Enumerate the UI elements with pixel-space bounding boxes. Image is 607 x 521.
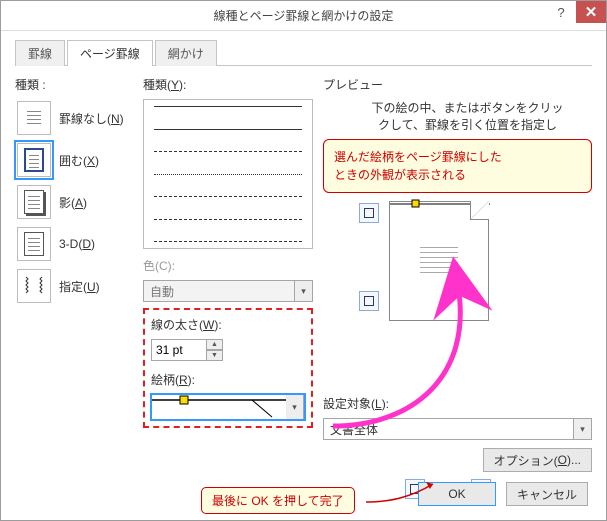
color-label: 色(C): [143, 257, 313, 274]
width-input[interactable] [151, 339, 207, 361]
custom-icon [17, 269, 51, 303]
apply-to-dropdown-btn[interactable]: ▾ [574, 418, 592, 440]
ok-button[interactable]: OK [418, 482, 496, 506]
color-dropdown: 自動 ▾ [143, 280, 313, 302]
width-spinner[interactable]: ▲▼ [151, 339, 231, 361]
shadow-icon [17, 185, 51, 219]
annotation-callout-bottom: 最後に OK を押して完了 [201, 487, 355, 514]
apply-to-dropdown[interactable]: 文書全体 ▾ [323, 418, 592, 440]
col-preview: プレビュー 下の絵の中、またはボタンをクリックして、罫線を引く位置を指定し 選ん… [323, 76, 592, 472]
titlebar: 線種とページ罫線と網かけの設定 ? ✕ [1, 1, 606, 31]
preview-area [323, 201, 592, 331]
setting-list: 罫線なし(N) 囲む(X) 影(A) 3-D(D) [15, 99, 133, 305]
options-button[interactable]: オプション(O)... [483, 448, 592, 472]
color-dropdown-btn: ▾ [295, 280, 313, 302]
preview-label: プレビュー [323, 76, 592, 93]
tab-page-border[interactable]: ページ罫線 [67, 40, 153, 66]
color-value: 自動 [143, 280, 295, 302]
apply-to-value: 文書全体 [323, 418, 574, 440]
tab-shading[interactable]: 網かけ [155, 40, 217, 66]
col-style: 種類(Y): 色(C): 自動 ▾ 線の太さ(W): ▲▼ [143, 76, 313, 472]
page-preview [389, 201, 489, 321]
width-label: 線の太さ(W): [151, 316, 305, 333]
setting-label: 種類 : [15, 76, 133, 93]
col-setting: 種類 : 罫線なし(N) 囲む(X) 影(A) [15, 76, 133, 472]
apply-to-label: 設定対象(L): [323, 395, 592, 412]
dialog-buttons: OK キャンセル [418, 482, 588, 506]
close-button[interactable]: ✕ [576, 1, 606, 23]
annotation-callout-top: 選んだ絵柄をページ罫線にしたときの外観が表示される [323, 139, 592, 193]
client-area: 罫線 ページ罫線 網かけ 種類 : 罫線なし(N) 囲む(X) [1, 31, 606, 486]
setting-custom[interactable]: 指定(U) [15, 267, 133, 305]
preview-note: 下の絵の中、またはボタンをクリックして、罫線を引く位置を指定し [343, 99, 592, 133]
threeD-icon [17, 227, 51, 261]
highlight-box: 線の太さ(W): ▲▼ 絵柄(R): ▾ [143, 308, 313, 428]
tab-border[interactable]: 罫線 [15, 40, 65, 66]
tabstrip: 罫線 ページ罫線 網かけ [15, 39, 592, 66]
setting-box[interactable]: 囲む(X) [15, 141, 133, 179]
columns: 種類 : 罫線なし(N) 囲む(X) 影(A) [15, 76, 592, 472]
setting-none[interactable]: 罫線なし(N) [15, 99, 133, 137]
art-dropdown[interactable]: ▾ [151, 394, 305, 420]
help-button[interactable]: ? [546, 1, 576, 23]
setting-3d[interactable]: 3-D(D) [15, 225, 133, 263]
art-label: 絵柄(R): [151, 371, 305, 388]
setting-shadow[interactable]: 影(A) [15, 183, 133, 221]
style-label: 種類(Y): [143, 76, 313, 93]
edge-button-top[interactable] [359, 203, 379, 223]
apply-to-row: 設定対象(L): 文書全体 ▾ [323, 395, 592, 440]
titlebar-buttons: ? ✕ [546, 1, 606, 23]
window-title: 線種とページ罫線と網かけの設定 [1, 7, 606, 24]
edge-button-bottom-left[interactable] [359, 291, 379, 311]
box-icon [17, 143, 51, 177]
style-listbox[interactable] [143, 99, 313, 249]
art-dropdown-btn[interactable]: ▾ [286, 394, 304, 420]
art-preview-icon [152, 395, 286, 419]
dialog-window: 線種とページ罫線と網かけの設定 ? ✕ 罫線 ページ罫線 網かけ 種類 : 罫線… [0, 0, 607, 521]
spin-buttons[interactable]: ▲▼ [207, 339, 223, 361]
cancel-button[interactable]: キャンセル [506, 482, 588, 506]
none-icon [17, 101, 51, 135]
